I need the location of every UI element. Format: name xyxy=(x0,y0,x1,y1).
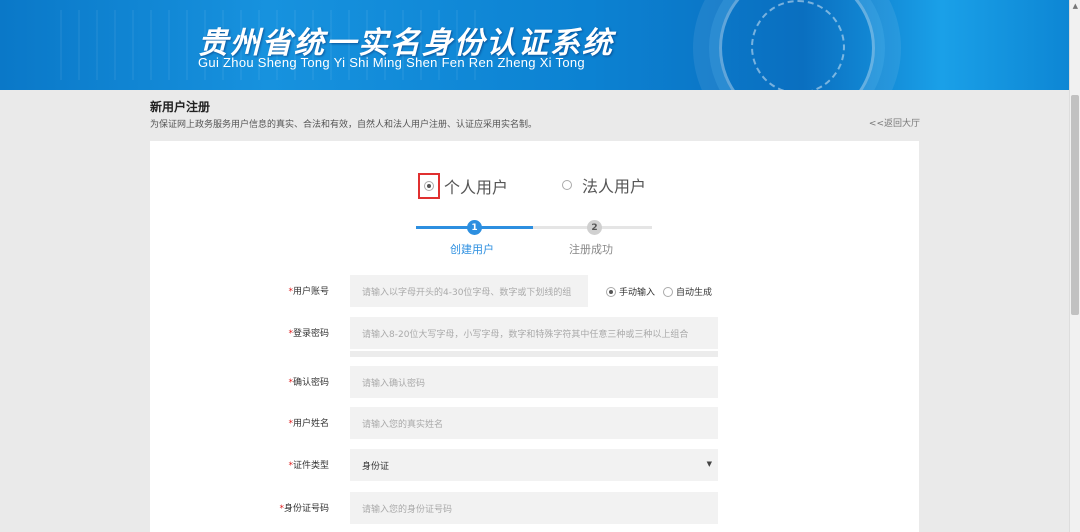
legal-label[interactable]: 法人用户 xyxy=(582,173,646,197)
account-mode-selector: 手动输入 自动生成 xyxy=(606,285,712,298)
registration-card: 个人用户 法人用户 1 2 创建用户 注册成功 *用户账号 请输入以字母开头的4… xyxy=(150,141,919,532)
step-2-dot: 2 xyxy=(587,220,602,235)
legal-radio[interactable] xyxy=(562,180,572,190)
step-1-dot: 1 xyxy=(467,220,482,235)
id-type-select[interactable]: 身份证 ▼ xyxy=(350,449,718,481)
password-input[interactable]: 请输入8-20位大写字母，小写字母，数字和特殊字符其中任意三种或三种以上组合 xyxy=(350,317,718,349)
account-input[interactable]: 请输入以字母开头的4-30位字母、数字或下划线的组 xyxy=(350,275,588,307)
dropdown-arrow-icon[interactable]: ▼ xyxy=(707,460,712,468)
id-type-value: 身份证 xyxy=(362,461,390,472)
name-row: *用户姓名 请输入您的真实姓名 xyxy=(150,407,919,439)
account-label: *用户账号 xyxy=(288,287,329,297)
id-type-row: *证件类型 身份证 ▼ xyxy=(150,449,919,481)
password-row: *登录密码 请输入8-20位大写字母，小写字母，数字和特殊字符其中任意三种或三种… xyxy=(150,317,919,357)
registration-steps: 1 2 创建用户 注册成功 xyxy=(416,220,656,260)
id-number-input[interactable]: 请输入您的身份证号码 xyxy=(350,492,718,524)
system-subtitle: Gui Zhou Sheng Tong Yi Shi Ming Shen Fen… xyxy=(198,55,585,70)
step-2-label: 注册成功 xyxy=(569,243,613,256)
name-label: *用户姓名 xyxy=(288,419,329,429)
scroll-up-arrow-icon[interactable]: ▲ xyxy=(1073,2,1078,10)
confirm-password-input[interactable]: 请输入确认密码 xyxy=(350,366,718,398)
back-to-hall-link[interactable]: <<返回大厅 xyxy=(869,116,920,129)
password-strength-bar xyxy=(350,351,718,357)
step-1-label: 创建用户 xyxy=(450,243,494,256)
confirm-password-label: *确认密码 xyxy=(288,378,329,388)
user-type-legal-option[interactable]: 法人用户 xyxy=(562,173,646,197)
name-input[interactable]: 请输入您的真实姓名 xyxy=(350,407,718,439)
auto-generate-radio[interactable] xyxy=(663,286,674,297)
personal-label[interactable]: 个人用户 xyxy=(444,174,508,198)
header-banner: 贵州省统一实名身份认证系统 Gui Zhou Sheng Tong Yi Shi… xyxy=(0,0,1070,90)
page-scrollbar[interactable]: ▲ xyxy=(1069,0,1080,532)
page-description: 为保证网上政务服务用户信息的真实、合法和有效，自然人和法人用户注册、认证应采用实… xyxy=(150,120,538,130)
manual-input-label[interactable]: 手动输入 xyxy=(619,285,655,298)
personal-radio[interactable] xyxy=(424,181,434,191)
page-title: 新用户注册 xyxy=(150,100,211,114)
manual-input-radio[interactable] xyxy=(606,286,616,297)
scrollbar-thumb[interactable] xyxy=(1071,95,1079,315)
auto-generate-label[interactable]: 自动生成 xyxy=(676,285,712,298)
account-row: *用户账号 请输入以字母开头的4-30位字母、数字或下划线的组 手动输入 自动生… xyxy=(150,275,919,307)
page-heading: 新用户注册 为保证网上政务服务用户信息的真实、合法和有效，自然人和法人用户注册、… xyxy=(150,98,920,130)
confirm-password-row: *确认密码 请输入确认密码 xyxy=(150,366,919,398)
user-type-selector: 个人用户 法人用户 xyxy=(150,173,919,203)
id-type-label: *证件类型 xyxy=(288,461,329,471)
banner-ring-decoration xyxy=(751,0,845,90)
password-label: *登录密码 xyxy=(288,329,329,339)
id-number-label: *身份证号码 xyxy=(279,504,329,514)
user-type-personal-option[interactable]: 个人用户 xyxy=(418,173,508,199)
personal-radio-highlight[interactable] xyxy=(418,173,440,199)
id-number-row: *身份证号码 请输入您的身份证号码 xyxy=(150,492,919,524)
